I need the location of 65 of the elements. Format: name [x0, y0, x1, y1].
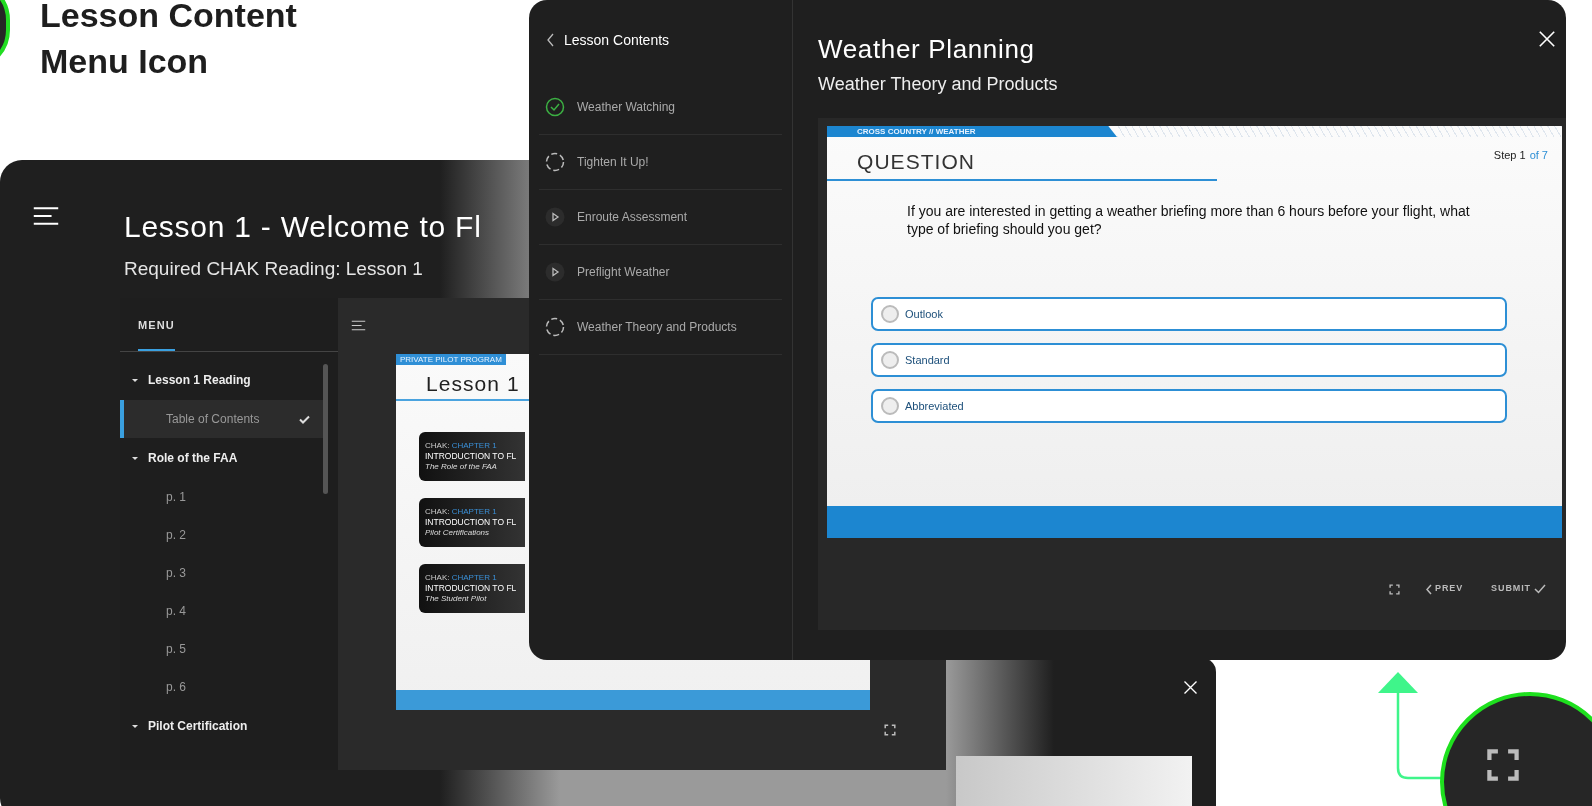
prev-button[interactable]: PREV [1426, 582, 1464, 596]
chapter-card[interactable]: CHAK: CHAPTER 1 INTRODUCTION TO FL Pilot Certifications [419, 498, 525, 547]
check-circle-icon [545, 97, 565, 117]
menu-item[interactable]: Table of Contents [120, 400, 324, 438]
chapter-card[interactable]: CHAK: CHAPTER 1 INTRODUCTION TO FL The Student Pilot [419, 564, 525, 613]
menu-item[interactable]: p. 6 [120, 668, 324, 706]
chapter-card[interactable]: CHAK: CHAPTER 1 INTRODUCTION TO FL The Role of the FAA [419, 432, 525, 481]
step-label: Step 1 [1493, 148, 1526, 163]
dashed-circle-icon [545, 317, 565, 337]
lesson-item[interactable]: Weather Theory and Products [539, 300, 782, 355]
chevron-left-icon [547, 33, 554, 47]
chapter-label: CHAK: CHAPTER 1 [425, 441, 498, 451]
menu-item[interactable]: p. 4 [120, 592, 324, 630]
scrollbar-thumb[interactable] [323, 364, 328, 494]
fullscreen-icon[interactable] [884, 724, 896, 736]
slide-banner: CROSS COUNTRY // WEATHER [827, 126, 1117, 137]
answer-option[interactable]: Abbreviated [871, 389, 1507, 423]
slide-banner: PRIVATE PILOT PROGRAM [396, 354, 506, 365]
quiz-subtitle: Weather Theory and Products [818, 73, 1058, 96]
chapter-title: INTRODUCTION TO FL [425, 517, 518, 528]
chapter-title: INTRODUCTION TO FL [425, 451, 518, 462]
back-link[interactable]: Lesson Contents [539, 0, 782, 80]
menu-section[interactable]: Lesson 1 Reading [120, 360, 338, 400]
slide-title: Lesson 1 [426, 370, 520, 397]
menu-item[interactable]: p. 1 [120, 478, 324, 516]
menu-tab[interactable]: MENU [138, 316, 175, 351]
answer-option[interactable]: Standard [871, 343, 1507, 377]
chapter-title: INTRODUCTION TO FL [425, 583, 518, 594]
chapter-label: CHAK: CHAPTER 1 [425, 573, 498, 583]
checkmark-icon [1534, 584, 1546, 594]
chevron-left-icon [1426, 583, 1432, 595]
radio-button[interactable] [881, 305, 899, 323]
lesson-item[interactable]: Preflight Weather [539, 245, 782, 300]
chapter-subtitle: The Role of the FAA [425, 462, 498, 472]
play-icon [545, 262, 565, 282]
lesson-item[interactable]: Enroute Assessment [539, 190, 782, 245]
menu-section[interactable]: Pilot Certification [120, 706, 338, 746]
play-icon [545, 207, 565, 227]
annotation-heading: Lesson Content [40, 0, 297, 36]
radio-button[interactable] [881, 351, 899, 369]
lesson-item[interactable]: Tighten It Up! [539, 135, 782, 190]
menu-item[interactable]: p. 3 [120, 554, 324, 592]
menu-section[interactable]: Role of the FAA [120, 438, 338, 478]
dashed-circle-icon [545, 152, 565, 172]
close-icon[interactable] [1538, 30, 1556, 48]
answer-option[interactable]: Outlook [871, 297, 1507, 331]
lesson-title: Lesson 1 - Welcome to Fl [124, 209, 482, 245]
submit-button[interactable]: SUBMIT [1491, 582, 1546, 596]
menu-item[interactable]: p. 5 [120, 630, 324, 668]
lesson-item[interactable]: Weather Watching [539, 80, 782, 135]
chapter-label: CHAK: CHAPTER 1 [425, 507, 498, 517]
menu-item[interactable]: p. 2 [120, 516, 324, 554]
radio-button[interactable] [881, 397, 899, 415]
quiz-title: Weather Planning [818, 33, 1036, 66]
step-total: of 7 [1529, 148, 1548, 163]
chapter-subtitle: Pilot Certifications [425, 528, 491, 538]
fullscreen-icon[interactable] [1486, 748, 1520, 782]
annotation-heading: Menu Icon [40, 41, 210, 82]
chapter-subtitle: The Student Pilot [425, 594, 488, 604]
fullscreen-icon[interactable] [1389, 583, 1400, 595]
question-text: If you are interested in getting a weather briefing more than 6 hours before your flight, what type of briefing should you get? [906, 202, 1471, 238]
question-heading: QUESTION [857, 148, 976, 175]
close-icon[interactable] [1183, 680, 1198, 695]
menu-icon[interactable] [351, 320, 366, 331]
lesson-subtitle: Required CHAK Reading: Lesson 1 [124, 257, 424, 281]
